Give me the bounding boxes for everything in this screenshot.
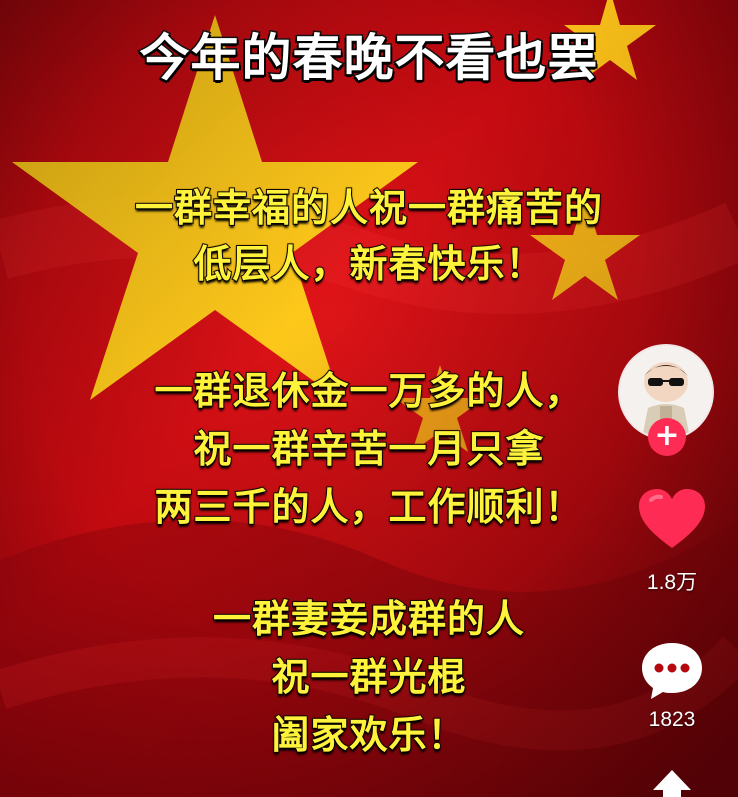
like-count: 1.8万 xyxy=(646,571,698,594)
share-button[interactable] xyxy=(632,768,712,797)
caption-paragraph-3: 一群妻妾成群的人 祝一群光棍 阖家欢乐！ xyxy=(0,590,738,764)
caption-line: 一群幸福的人祝一群痛苦的 xyxy=(134,185,603,231)
caption-line: 祝一群光棍 xyxy=(270,654,467,700)
comment-count: 1823 xyxy=(648,708,696,731)
comment-button[interactable] xyxy=(632,640,712,706)
video-title: 今年的春晚不看也罢 xyxy=(138,28,599,89)
share-icon xyxy=(653,770,691,797)
caption-paragraph-1: 一群幸福的人祝一群痛苦的 低层人，新春快乐！ xyxy=(0,180,738,292)
caption-line: 一群妻妾成群的人 xyxy=(212,596,525,642)
like-button[interactable] xyxy=(632,488,712,556)
caption-line: 两三千的人，工作顺利！ xyxy=(153,484,584,530)
caption-line: 低层人，新春快乐！ xyxy=(192,241,545,287)
heart-icon xyxy=(639,489,705,548)
comment-icon xyxy=(642,643,702,699)
follow-button[interactable]: + xyxy=(648,418,686,456)
caption-line: 祝一群辛苦一月只拿 xyxy=(192,426,545,472)
